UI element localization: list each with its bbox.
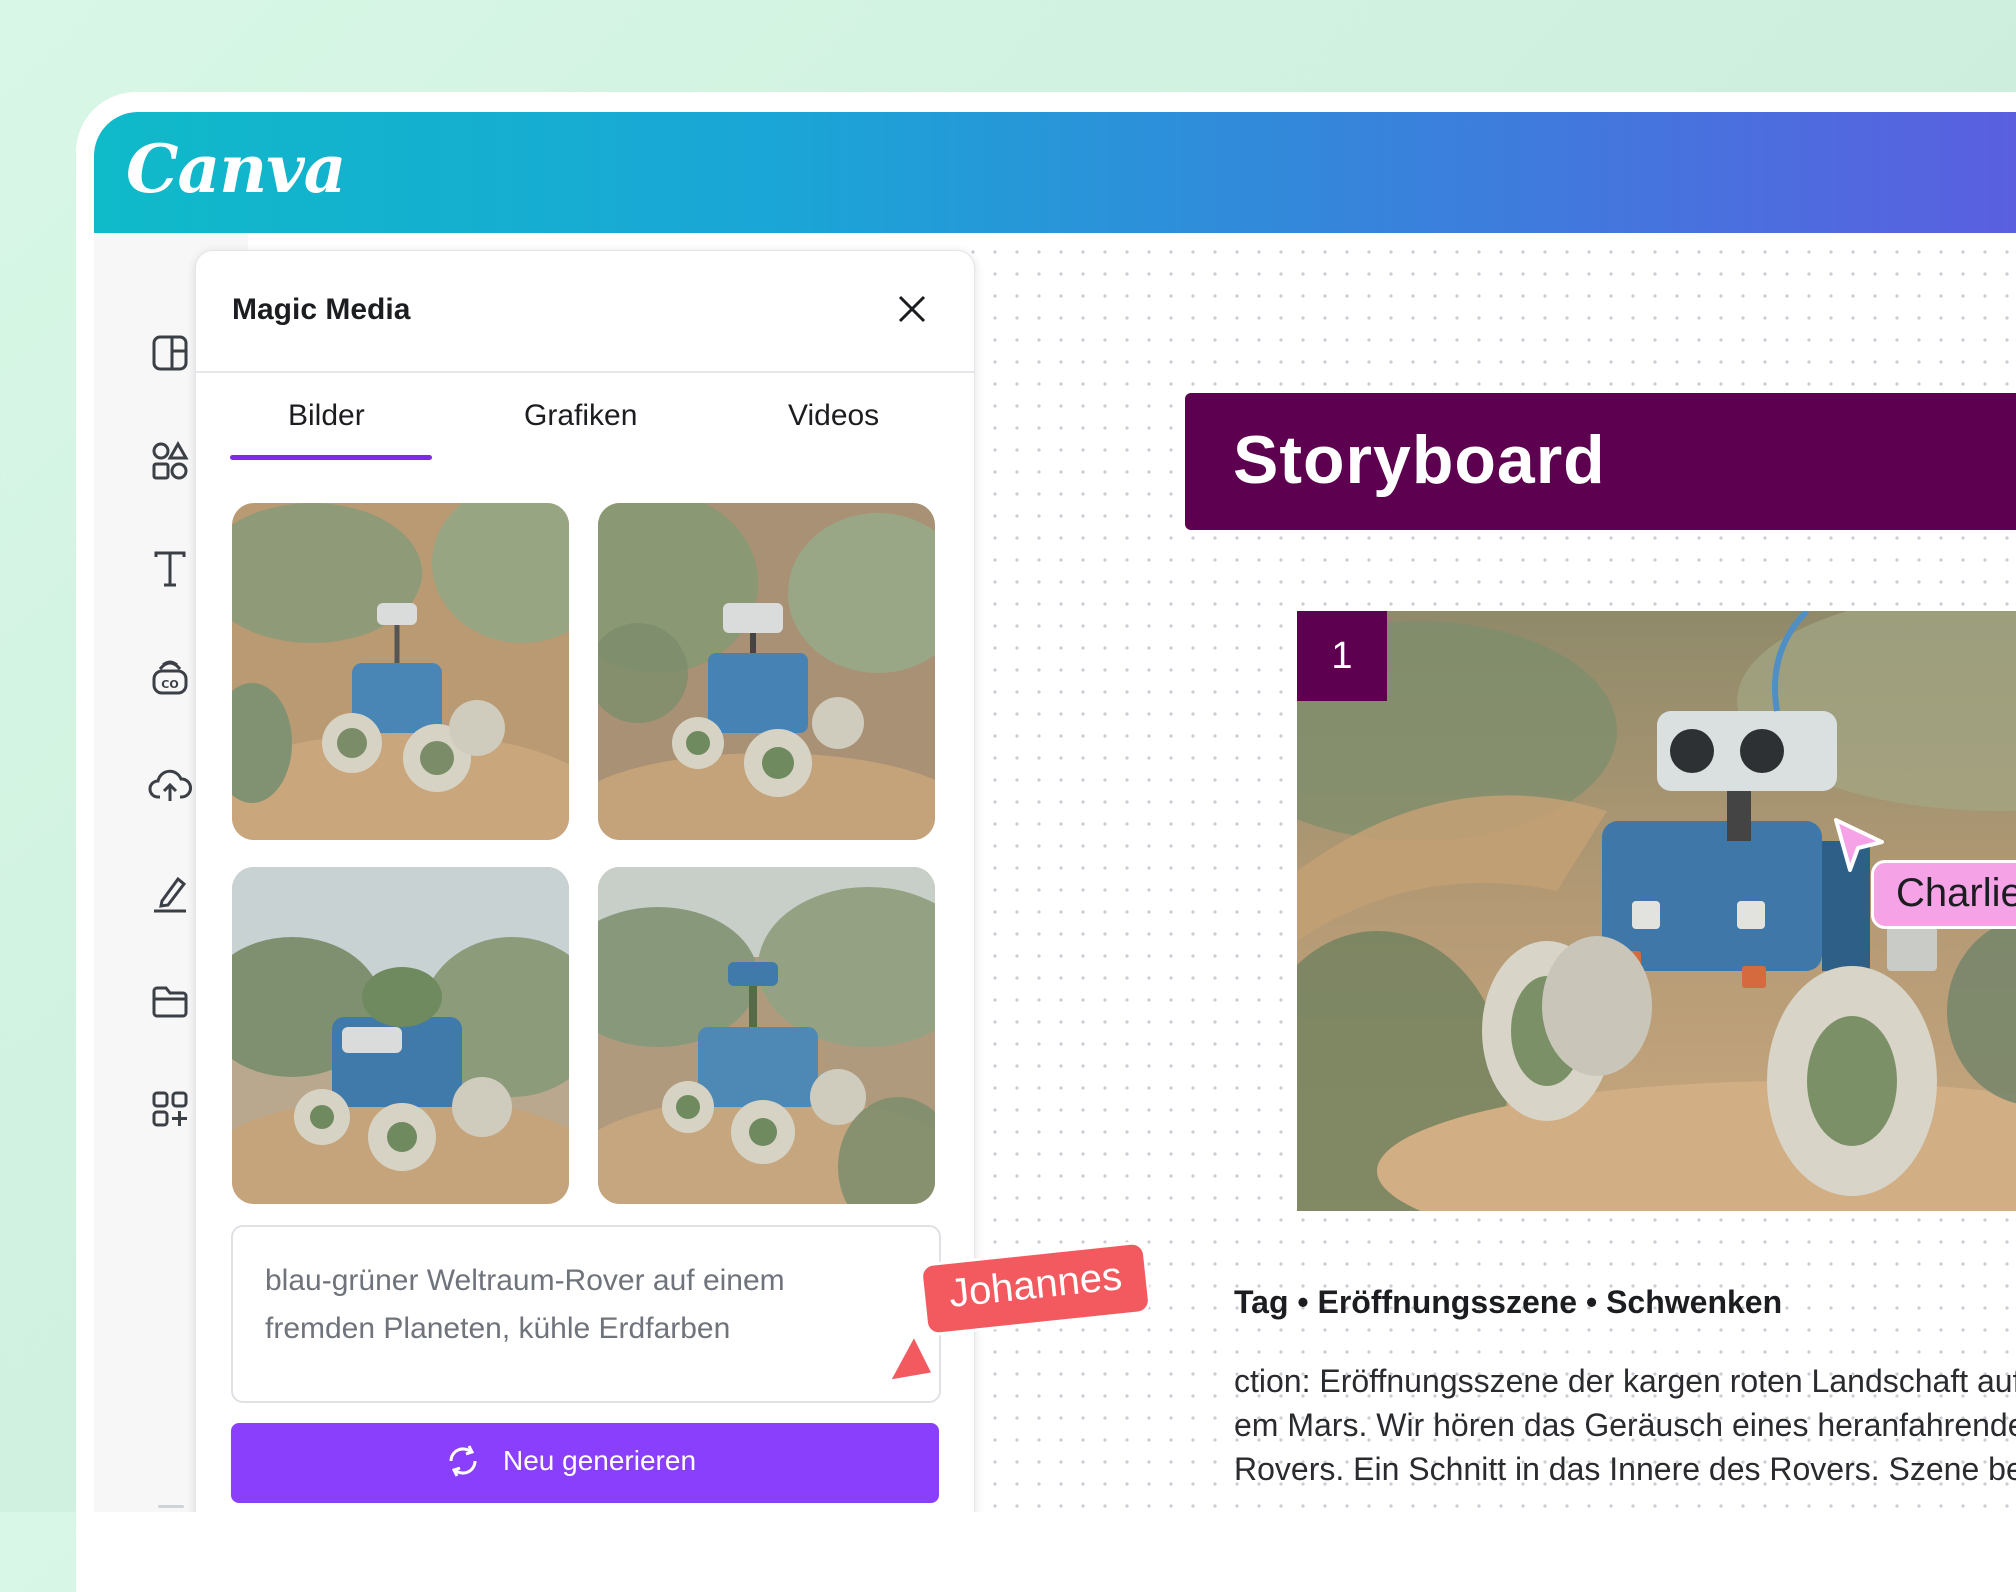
prompt-text: blau-grüner Weltraum-Rover auf einem fre… (265, 1264, 785, 1345)
brand-icon[interactable]: CO (148, 655, 192, 699)
elements-icon[interactable] (148, 439, 192, 483)
scene-meta[interactable]: Tag • Eröffnungsszene • Schwenken (1234, 1284, 1782, 1321)
tab-videos[interactable]: Videos (788, 399, 879, 433)
regenerate-button[interactable]: Neu generieren (231, 1423, 939, 1503)
generated-image-2[interactable] (598, 503, 935, 840)
storyboard-title: Storyboard (1233, 422, 1606, 498)
draw-icon[interactable] (148, 871, 192, 915)
magic-media-panel: Magic Media Bilder Grafiken Videos blau-… (195, 250, 975, 1512)
description-line: Rovers. Ein Schnitt in das Innere des Ro… (1234, 1451, 2016, 1487)
upload-cloud-icon[interactable] (148, 763, 192, 807)
folder-icon[interactable] (148, 979, 192, 1023)
top-bar: Canva (94, 112, 2016, 233)
scene-description[interactable]: ction: Eröffnungsszene der kargen roten … (1234, 1359, 2016, 1491)
generated-image-3[interactable] (232, 867, 569, 1204)
regenerate-label: Neu generieren (503, 1445, 697, 1476)
generated-image-1[interactable] (232, 503, 569, 840)
panel-title: Magic Media (232, 293, 411, 326)
canva-logo[interactable]: Canva (126, 130, 346, 208)
prompt-input[interactable]: blau-grüner Weltraum-Rover auf einem fre… (231, 1225, 941, 1403)
apps-icon[interactable] (148, 1087, 192, 1131)
generated-image-4[interactable] (598, 867, 935, 1204)
scene-number-badge: 1 (1297, 611, 1387, 701)
close-icon[interactable] (892, 289, 932, 329)
collaborator-label-charlie: Charlie (1871, 860, 2016, 929)
layout-icon[interactable] (148, 331, 192, 375)
text-icon[interactable] (148, 547, 192, 591)
sidebar-more-handle (158, 1505, 184, 1508)
tab-bilder[interactable]: Bilder (288, 399, 365, 433)
panel-divider (196, 371, 974, 373)
svg-text:CO: CO (161, 678, 178, 691)
description-line: em Mars. Wir hören das Geräusch eines he… (1234, 1407, 2016, 1443)
tab-grafiken[interactable]: Grafiken (524, 399, 637, 433)
refresh-icon (443, 1441, 483, 1481)
cursor-johannes-icon (886, 1332, 936, 1384)
storyboard-title-banner[interactable]: Storyboard (1185, 393, 2016, 530)
description-line: ction: Eröffnungsszene der kargen roten … (1234, 1363, 2016, 1399)
active-tab-indicator (230, 455, 432, 460)
